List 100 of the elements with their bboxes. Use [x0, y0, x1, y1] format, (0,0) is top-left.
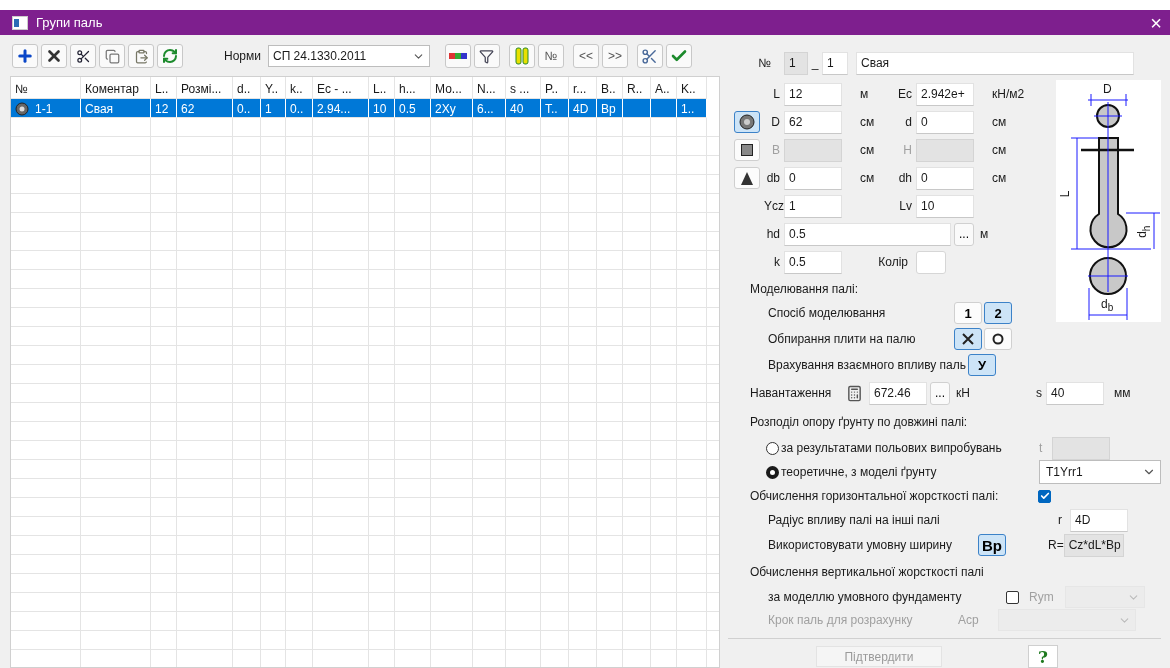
unit-label: кН [956, 386, 971, 400]
table-cell: 0.. [233, 99, 261, 118]
soil-model-dropdown[interactable]: T1Yrr1 [1039, 460, 1161, 484]
more-button[interactable]: ... [954, 222, 974, 246]
toggle-button[interactable]: У [968, 354, 996, 376]
option-label: Обпирання плити на палю [768, 332, 917, 346]
field-label: Ec [897, 87, 913, 101]
refresh-button[interactable] [157, 44, 183, 68]
norms-label: Норми [224, 49, 261, 63]
input-field[interactable]: 0 [916, 166, 974, 190]
circle-section-icon [739, 114, 755, 130]
radius-field[interactable]: 4D [1070, 508, 1128, 532]
field-label: Acp [958, 613, 980, 627]
toggle-button[interactable]: 1 [954, 302, 982, 324]
table-cell: 0.5 [395, 99, 431, 118]
radio-button[interactable] [766, 465, 779, 479]
input-field[interactable]: 1 [784, 194, 842, 218]
copy-button[interactable] [99, 44, 125, 68]
color-scale-button[interactable] [444, 44, 471, 68]
dimension-label: L [1059, 190, 1072, 198]
section-title: Моделювання палі: [749, 281, 859, 298]
columns-button[interactable] [508, 44, 535, 68]
next-button[interactable]: >> [601, 44, 628, 68]
unit-label: см [859, 115, 874, 129]
section-title: Обчислення горизонтальної жорсткості палі: [750, 489, 1000, 503]
dimension-label: D [1103, 83, 1112, 95]
scissors-icon [75, 48, 91, 64]
check-icon [1039, 491, 1050, 501]
pile-cone-icon [740, 170, 754, 186]
close-button[interactable]: × [1150, 12, 1162, 33]
option-label: Врахування взаємного впливу паль [768, 358, 966, 372]
table-cell: T.. [541, 99, 569, 118]
load-field[interactable]: 672.46 [869, 381, 927, 405]
delete-button[interactable] [41, 44, 67, 68]
input-field[interactable]: 12 [784, 82, 842, 106]
formula-field[interactable]: Cz*dL*Bp [1063, 533, 1124, 557]
input-field[interactable]: 0 [916, 110, 974, 134]
input-field[interactable]: 2.942e+ [916, 82, 974, 106]
option-label: Спосіб моделювання [768, 306, 887, 320]
number-button[interactable]: № [537, 44, 564, 68]
filter-button[interactable] [473, 44, 500, 68]
table-cell: 1-1 [11, 99, 81, 118]
apply-button[interactable] [665, 44, 692, 68]
input-field[interactable]: 0.5 [784, 250, 842, 274]
field-label: H [902, 143, 913, 157]
radio-button[interactable] [766, 441, 779, 455]
field-label: R= [1048, 538, 1064, 552]
input-field[interactable] [1052, 436, 1111, 460]
help-button[interactable]: ? [1028, 645, 1058, 668]
filter-icon [479, 48, 495, 64]
input-field[interactable]: 10 [916, 194, 974, 218]
copy-icon [104, 48, 120, 64]
input-field[interactable]: 0.5 [784, 222, 951, 246]
unit-label: см [859, 171, 874, 185]
previous-button[interactable]: << [572, 44, 599, 68]
input-field[interactable]: 0 [784, 166, 842, 190]
calculator-icon [846, 384, 863, 402]
table-cell: 2Xy [431, 99, 473, 118]
cross-icon [45, 47, 63, 65]
section-title: Обчислення вертикальної жорсткості палі [749, 564, 985, 581]
field-label: r [1058, 513, 1063, 527]
cross-icon [961, 332, 975, 346]
load-label: Навантаження [750, 386, 833, 400]
more-button[interactable]: ... [930, 381, 950, 405]
paste-icon [133, 48, 149, 64]
table-cell: 1.. [677, 99, 707, 118]
dash-label: _ [810, 56, 820, 70]
color-scale-icon [448, 53, 467, 59]
toggle-button[interactable]: 2 [984, 302, 1012, 324]
input-field[interactable]: 62 [784, 110, 842, 134]
checkbox[interactable] [1006, 590, 1019, 604]
table-cell: Свая [81, 99, 151, 118]
unit-label: см [991, 171, 1008, 185]
unit-label: мм [1114, 386, 1131, 400]
unit-label: см [991, 115, 1008, 129]
cut-button[interactable] [70, 44, 96, 68]
spacing-field[interactable]: 40 [1046, 381, 1104, 405]
dimension-label: d$_{b}$ [1101, 298, 1114, 314]
color-swatch[interactable] [916, 250, 946, 274]
shape-button[interactable] [734, 111, 760, 133]
window-icon [12, 15, 28, 30]
table-cell: 4D [569, 99, 597, 118]
field-label: D [770, 115, 781, 129]
comment-field[interactable]: Свая [856, 51, 1134, 75]
field-label: B [771, 143, 781, 157]
square-section-icon [741, 144, 753, 156]
table-cell: 1 [261, 99, 286, 118]
bars-icon [514, 47, 529, 65]
table-cell: 62 [177, 99, 233, 118]
index-field[interactable]: 1 [822, 51, 848, 75]
toggle-button[interactable] [954, 328, 982, 350]
norms-dropdown[interactable]: СП 24.1330.2011 [267, 45, 430, 67]
checkbox[interactable] [1038, 489, 1051, 503]
group-field[interactable]: 1 [784, 51, 808, 75]
paste-button[interactable] [128, 44, 154, 68]
field-label: Колір [877, 255, 909, 269]
window-title: Групи паль [36, 15, 104, 30]
unit-label: м [859, 87, 870, 101]
add-button[interactable] [12, 44, 38, 68]
toggle-button[interactable]: Bp [978, 534, 1006, 556]
